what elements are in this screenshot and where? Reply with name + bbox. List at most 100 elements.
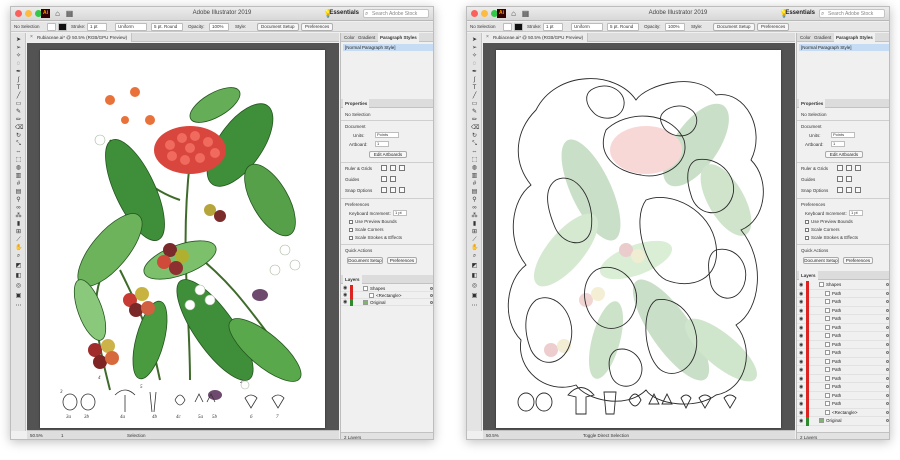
- tab-layers[interactable]: Layers: [343, 275, 362, 284]
- paragraph-style-item[interactable]: [Normal Paragraph Style]: [343, 44, 433, 51]
- line-tool-icon[interactable]: ╱: [471, 93, 478, 99]
- edit-toolbar-icon[interactable]: ⋯: [15, 303, 22, 309]
- status-tool[interactable]: Toggle Direct Selection: [583, 433, 629, 438]
- document-setup-button[interactable]: Document Setup: [713, 23, 755, 31]
- direct-selection-tool-icon[interactable]: ➢: [471, 45, 478, 51]
- pixel-grid-icon[interactable]: [399, 165, 405, 171]
- fill-swatch[interactable]: [47, 23, 56, 31]
- eye-icon[interactable]: ◉: [799, 366, 803, 375]
- tab-color[interactable]: Color: [344, 35, 355, 40]
- snap-grid-icon[interactable]: [855, 187, 861, 193]
- target-icon[interactable]: [886, 317, 889, 320]
- screen-mode-icon[interactable]: ▣: [471, 293, 478, 299]
- shape-builder-tool-icon[interactable]: ◍: [471, 165, 478, 171]
- layer-row[interactable]: ◉ Path: [797, 366, 889, 375]
- target-icon[interactable]: [886, 410, 889, 414]
- layer-row[interactable]: ◉ Path: [797, 332, 889, 341]
- workspace-switcher[interactable]: Essentials: [329, 10, 359, 16]
- keyboard-increment-input[interactable]: 1 pt: [849, 210, 863, 216]
- paragraph-style-item[interactable]: [Normal Paragraph Style]: [799, 44, 889, 51]
- hand-tool-icon[interactable]: ✋: [471, 245, 478, 251]
- preferences-quick-button[interactable]: Preferences: [387, 257, 417, 264]
- hand-tool-icon[interactable]: ✋: [15, 245, 22, 251]
- graph-tool-icon[interactable]: ▮: [15, 221, 22, 227]
- artboard-select[interactable]: 1: [375, 141, 389, 147]
- selection-tool-icon[interactable]: ➤: [15, 37, 22, 43]
- target-icon[interactable]: [886, 300, 889, 303]
- tab-paragraph-styles[interactable]: Paragraph Styles: [834, 33, 875, 42]
- rectangle-tool-icon[interactable]: ▭: [471, 101, 478, 107]
- lock-guides-icon[interactable]: [846, 176, 852, 182]
- document-setup-button[interactable]: Document Setup: [257, 23, 299, 31]
- target-icon[interactable]: [886, 342, 889, 346]
- layer-row[interactable]: ◉ Path: [797, 323, 889, 333]
- brush-select[interactable]: Uniform: [115, 23, 147, 31]
- slice-tool-icon[interactable]: ⟋: [15, 237, 22, 243]
- selection-tool-icon[interactable]: ➤: [471, 37, 478, 43]
- brush-select[interactable]: Uniform: [571, 23, 603, 31]
- scale-tool-icon[interactable]: ⤡: [15, 141, 22, 147]
- eye-icon[interactable]: ◉: [799, 324, 803, 333]
- status-tool[interactable]: Selection: [127, 433, 146, 438]
- target-icon[interactable]: [886, 368, 889, 371]
- blend-tool-icon[interactable]: ∞: [471, 205, 478, 211]
- layer-row[interactable]: ◉ <Rectangle>: [797, 408, 889, 417]
- stroke-weight-input[interactable]: 1 pt: [87, 23, 107, 31]
- stroke-swatch[interactable]: [514, 23, 523, 31]
- shape-builder-tool-icon[interactable]: ◍: [15, 165, 22, 171]
- eye-icon[interactable]: ◉: [799, 392, 803, 401]
- eye-icon[interactable]: ◉: [799, 383, 803, 392]
- layer-row[interactable]: ◉ Path: [797, 349, 889, 358]
- magic-wand-tool-icon[interactable]: ✧: [471, 53, 478, 59]
- ruler-icon[interactable]: [381, 165, 387, 171]
- zoom-level[interactable]: 50.5%: [30, 433, 43, 438]
- target-icon[interactable]: [430, 287, 433, 290]
- cap-select[interactable]: 5 pt. Round: [607, 23, 639, 31]
- workspace-switcher[interactable]: Essentials: [785, 10, 815, 16]
- curvature-tool-icon[interactable]: ∫: [471, 77, 478, 83]
- type-tool-icon[interactable]: T: [471, 85, 478, 91]
- target-icon[interactable]: [886, 351, 889, 354]
- stroke-weight-input[interactable]: 1 pt: [543, 23, 563, 31]
- artboard-number[interactable]: 1: [61, 433, 64, 438]
- preferences-quick-button[interactable]: Preferences: [843, 257, 873, 264]
- tab-properties[interactable]: Properties: [799, 99, 826, 108]
- fill-stroke-icon[interactable]: ◩: [471, 263, 478, 269]
- fill-stroke-icon[interactable]: ◩: [15, 263, 22, 269]
- paintbrush-tool-icon[interactable]: ✎: [15, 109, 22, 115]
- artboard-select[interactable]: 1: [831, 141, 845, 147]
- free-transform-tool-icon[interactable]: ⬚: [15, 157, 22, 163]
- snap-point-icon[interactable]: [837, 187, 843, 193]
- snap-grid-icon[interactable]: [399, 187, 405, 193]
- target-icon[interactable]: [886, 283, 889, 286]
- zoom-level[interactable]: 50.5%: [486, 433, 499, 438]
- lasso-tool-icon[interactable]: ◌: [15, 61, 22, 67]
- target-icon[interactable]: [886, 308, 889, 312]
- layer-row[interactable]: ◉ Path: [797, 383, 889, 392]
- zoom-tool-icon[interactable]: ⌕: [15, 253, 22, 259]
- scale-strokes-checkbox[interactable]: [349, 236, 353, 240]
- zoom-tool-icon[interactable]: ⌕: [471, 253, 478, 259]
- document-setup-quick-button[interactable]: Document Setup: [803, 257, 839, 264]
- pen-tool-icon[interactable]: ✒: [471, 69, 478, 75]
- opacity-input[interactable]: 100%: [209, 23, 229, 31]
- symbol-sprayer-tool-icon[interactable]: ⁂: [471, 213, 478, 219]
- artboard[interactable]: 3 4 2 3a 3b 4a 5 4b 4c 5a 5b 6 7: [40, 50, 325, 428]
- drawing-mode-icon[interactable]: ◎: [471, 283, 478, 289]
- direct-selection-tool-icon[interactable]: ➢: [15, 45, 22, 51]
- pencil-tool-icon[interactable]: ✏: [15, 117, 22, 123]
- cap-select[interactable]: 5 pt. Round: [151, 23, 183, 31]
- use-preview-bounds-checkbox[interactable]: [805, 220, 809, 224]
- preferences-button[interactable]: Preferences: [301, 23, 334, 31]
- eyedropper-tool-icon[interactable]: ⚲: [471, 197, 478, 203]
- blend-tool-icon[interactable]: ∞: [15, 205, 22, 211]
- layer-row[interactable]: ◉ Path: [797, 400, 889, 409]
- stroke-swatch[interactable]: [58, 23, 67, 31]
- tab-gradient[interactable]: Gradient: [358, 35, 375, 40]
- units-select[interactable]: Points: [375, 132, 399, 138]
- type-tool-icon[interactable]: T: [15, 85, 22, 91]
- rotate-tool-icon[interactable]: ↻: [471, 133, 478, 139]
- layer-row[interactable]: ◉ Original: [341, 299, 433, 306]
- scale-corners-checkbox[interactable]: [349, 228, 353, 232]
- edit-toolbar-icon[interactable]: ⋯: [471, 303, 478, 309]
